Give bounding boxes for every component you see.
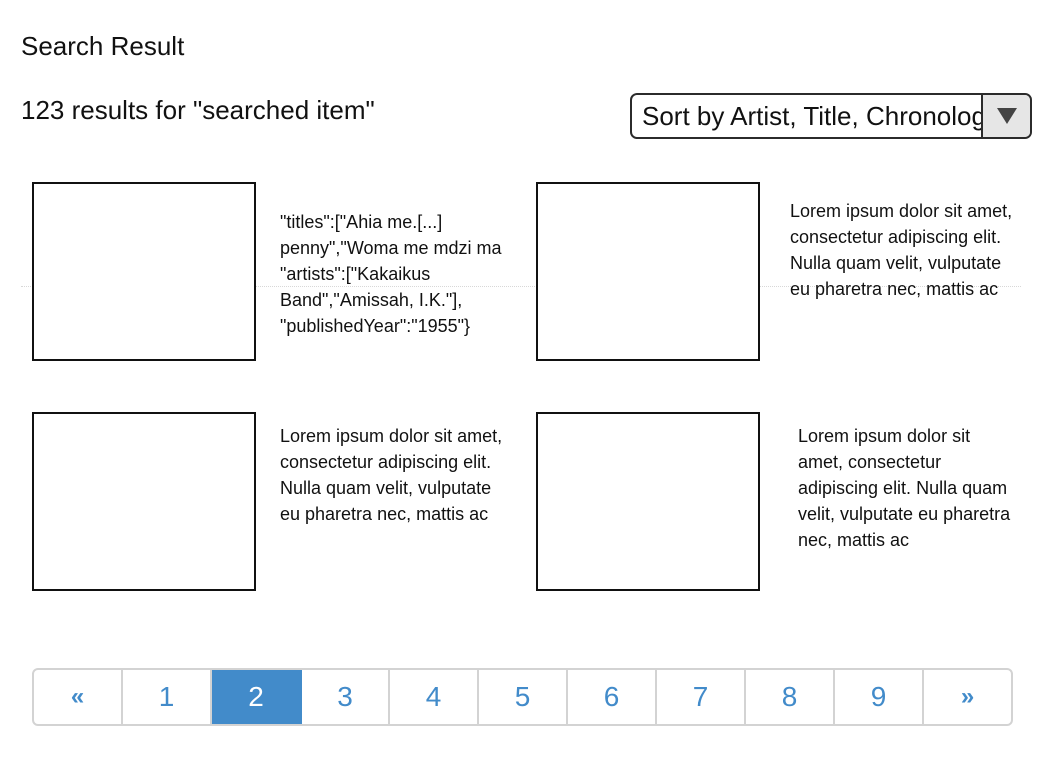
page-button-9[interactable]: 9 — [835, 670, 924, 724]
page-button-4[interactable]: 4 — [390, 670, 479, 724]
result-card[interactable]: Lorem ipsum dolor sit amet, consectetur … — [536, 412, 1016, 592]
search-results-page: Search Result 123 results for "searched … — [0, 0, 1058, 782]
pagination: « 1 2 3 4 5 6 7 8 9 » — [32, 668, 1013, 726]
result-thumbnail[interactable] — [536, 182, 760, 361]
result-thumbnail[interactable] — [32, 412, 256, 591]
prev-page-button[interactable]: « — [34, 670, 123, 724]
result-card[interactable]: Lorem ipsum dolor sit amet, consectetur … — [32, 412, 512, 592]
sort-selected-value: Sort by Artist, Title, Chronological — [642, 101, 981, 131]
page-button-7[interactable]: 7 — [657, 670, 746, 724]
triangle-down-icon[interactable] — [981, 95, 1030, 137]
result-card[interactable]: "titles":["Ahia me.[...] penny","Woma me… — [32, 182, 532, 362]
page-title: Search Result — [21, 31, 185, 61]
sort-dropdown[interactable]: Sort by Artist, Title, Chronological — [630, 93, 1032, 139]
result-card[interactable]: Lorem ipsum dolor sit amet, consectetur … — [536, 182, 1016, 362]
result-description: Lorem ipsum dolor sit amet, consectetur … — [280, 426, 503, 524]
page-button-8[interactable]: 8 — [746, 670, 835, 724]
page-button-2-current[interactable]: 2 — [212, 670, 302, 724]
result-description: "titles":["Ahia me.[...] penny","Woma me… — [280, 212, 502, 336]
page-button-6[interactable]: 6 — [568, 670, 657, 724]
page-button-1[interactable]: 1 — [123, 670, 212, 724]
result-count: 123 results for "searched item" — [21, 95, 375, 125]
next-page-button[interactable]: » — [924, 670, 1011, 724]
result-thumbnail[interactable] — [32, 182, 256, 361]
page-button-3[interactable]: 3 — [302, 670, 390, 724]
page-button-5[interactable]: 5 — [479, 670, 568, 724]
result-thumbnail[interactable] — [536, 412, 760, 591]
result-description: Lorem ipsum dolor sit amet, consectetur … — [790, 201, 1013, 299]
result-description: Lorem ipsum dolor sit amet, consectetur … — [798, 426, 1011, 550]
